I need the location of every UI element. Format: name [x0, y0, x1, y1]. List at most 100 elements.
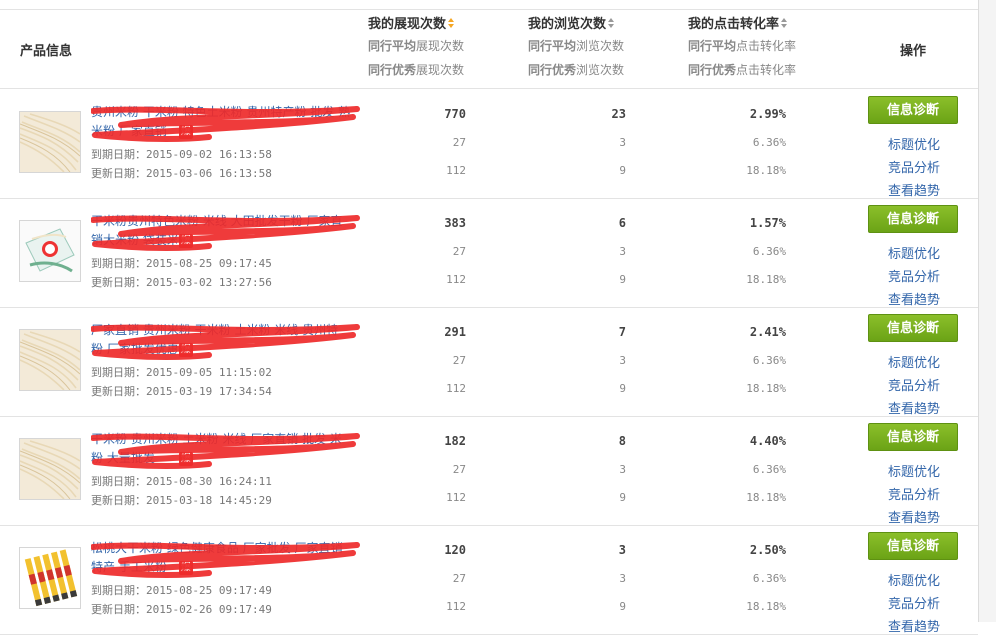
best-ctr: 18.18% — [746, 164, 786, 177]
update-date: 更新日期：2015-03-02 13:27:56 — [91, 276, 272, 289]
title-optimize-link[interactable]: 标题优化 — [888, 243, 940, 262]
title-optimize-link[interactable]: 标题优化 — [888, 134, 940, 153]
product-thumbnail[interactable] — [19, 329, 81, 391]
best-views: 9 — [619, 273, 626, 286]
best-impressions: 112 — [446, 164, 466, 177]
expire-date: 到期日期：2015-08-25 09:17:45 — [91, 257, 272, 270]
diagnose-button[interactable]: 信息诊断 — [868, 532, 958, 560]
diagnose-button[interactable]: 信息诊断 — [868, 205, 958, 233]
header-ctr-avg: 同行平均点击转化率 — [688, 39, 797, 53]
product-thumbnail[interactable] — [19, 438, 81, 500]
my-impressions: 120 — [444, 543, 466, 557]
table-row: 干米粉贵州特色米粉 米线 大田批发干粉 厂家直 销大米粉 袋装米粉爆 到期日期：… — [0, 198, 978, 308]
diagnose-button[interactable]: 信息诊断 — [868, 423, 958, 451]
sort-icon[interactable] — [448, 18, 455, 29]
best-ctr: 18.18% — [746, 491, 786, 504]
product-title-link[interactable]: 松桃大干米粉 绿色健康食品 厂家批发 厂家直销 特产 手工米粉爆 — [91, 539, 361, 578]
best-impressions: 112 — [446, 382, 466, 395]
view-trend-link[interactable]: 查看趋势 — [888, 180, 940, 199]
avg-impressions: 27 — [452, 572, 466, 585]
best-views: 9 — [619, 382, 626, 395]
header-impressions-best: 同行优秀展现次数 — [368, 63, 465, 77]
my-impressions: 182 — [444, 434, 466, 448]
avg-views: 3 — [619, 136, 626, 149]
sort-icon[interactable] — [608, 18, 615, 29]
redaction-scribble — [91, 324, 360, 360]
avg-views: 3 — [619, 572, 626, 585]
product-thumbnail[interactable] — [19, 111, 81, 173]
header-views-best: 同行优秀浏览次数 — [528, 63, 625, 77]
scrollbar[interactable] — [979, 0, 996, 622]
my-views: 7 — [618, 325, 626, 339]
title-optimize-link[interactable]: 标题优化 — [888, 352, 940, 371]
redaction-scribble — [91, 542, 360, 578]
header-impressions-avg: 同行平均展现次数 — [368, 39, 465, 53]
product-title-link[interactable]: 干米粉贵州特色米粉 米线 大田批发干粉 厂家直 销大米粉 袋装米粉爆 — [91, 212, 361, 251]
my-ctr: 2.50% — [749, 543, 786, 557]
avg-ctr: 6.36% — [752, 354, 786, 367]
diagnose-button[interactable]: 信息诊断 — [868, 96, 958, 124]
header-operation: 操作 — [900, 44, 927, 59]
view-trend-link[interactable]: 查看趋势 — [888, 289, 940, 308]
sort-icon[interactable] — [781, 18, 788, 29]
best-impressions: 112 — [446, 491, 466, 504]
best-ctr: 18.18% — [746, 273, 786, 286]
table-row: 贵州米粉 干米粉 特色土米粉 贵州特产粉 批发 熟 米粉 厂家直销爆 到期日期：… — [0, 89, 978, 199]
product-title-link[interactable]: 贵州米粉 干米粉 特色土米粉 贵州特产粉 批发 熟 米粉 厂家直销爆 — [91, 103, 361, 142]
update-date: 更新日期：2015-03-18 14:45:29 — [91, 494, 272, 507]
table-top-border — [0, 9, 978, 10]
avg-ctr: 6.36% — [752, 136, 786, 149]
my-views: 8 — [618, 434, 626, 448]
avg-impressions: 27 — [452, 245, 466, 258]
expire-date: 到期日期：2015-08-30 16:24:11 — [91, 475, 272, 488]
redaction-scribble — [91, 106, 360, 142]
header-impressions-sort[interactable]: 我的展现次数 — [368, 16, 528, 34]
header-product-info: 产品信息 — [20, 44, 73, 59]
view-trend-link[interactable]: 查看趋势 — [888, 398, 940, 417]
header-views-sort[interactable]: 我的浏览次数 — [528, 16, 688, 34]
competitor-analysis-link[interactable]: 竞品分析 — [888, 157, 940, 176]
header-ctr: 我的点击转化率 同行平均点击转化率 同行优秀点击转化率 — [688, 16, 848, 82]
header-ctr-sort[interactable]: 我的点击转化率 — [688, 16, 848, 34]
best-views: 9 — [619, 164, 626, 177]
product-title-link[interactable]: 厂家直销 贵州米粉 干米粉 土米粉 米线 贵州特 粉 厂家批发优惠 米粉爆 — [91, 321, 361, 360]
avg-impressions: 27 — [452, 136, 466, 149]
my-views: 3 — [618, 543, 626, 557]
redaction-scribble — [91, 433, 360, 469]
expire-date: 到期日期：2015-09-05 11:15:02 — [91, 366, 272, 379]
my-ctr: 4.40% — [749, 434, 786, 448]
update-date: 更新日期：2015-02-26 09:17:49 — [91, 603, 272, 616]
competitor-analysis-link[interactable]: 竞品分析 — [888, 593, 940, 612]
redaction-scribble — [91, 215, 360, 251]
avg-ctr: 6.36% — [752, 572, 786, 585]
view-trend-link[interactable]: 查看趋势 — [888, 616, 940, 635]
my-impressions: 291 — [444, 325, 466, 339]
update-date: 更新日期：2015-03-19 17:34:54 — [91, 385, 272, 398]
avg-ctr: 6.36% — [752, 245, 786, 258]
competitor-analysis-link[interactable]: 竞品分析 — [888, 484, 940, 503]
avg-views: 3 — [619, 354, 626, 367]
avg-views: 3 — [619, 245, 626, 258]
product-thumbnail[interactable] — [19, 220, 81, 282]
best-views: 9 — [619, 600, 626, 613]
product-thumbnail[interactable] — [19, 547, 81, 609]
avg-impressions: 27 — [452, 354, 466, 367]
title-optimize-link[interactable]: 标题优化 — [888, 570, 940, 589]
my-views: 23 — [611, 107, 626, 121]
competitor-analysis-link[interactable]: 竞品分析 — [888, 266, 940, 285]
competitor-analysis-link[interactable]: 竞品分析 — [888, 375, 940, 394]
expire-date: 到期日期：2015-09-02 16:13:58 — [91, 148, 272, 161]
avg-views: 3 — [619, 463, 626, 476]
header-views: 我的浏览次数 同行平均浏览次数 同行优秀浏览次数 — [528, 16, 688, 82]
view-trend-link[interactable]: 查看趋势 — [888, 507, 940, 526]
my-ctr: 1.57% — [749, 216, 786, 230]
header-views-avg: 同行平均浏览次数 — [528, 39, 625, 53]
header-ctr-best: 同行优秀点击转化率 — [688, 63, 797, 77]
best-impressions: 112 — [446, 273, 466, 286]
product-title-link[interactable]: 干米粉 贵州米粉 土米粉 米线 厂家直销 批发 米 粉 大量批发爆 — [91, 430, 361, 469]
diagnose-button[interactable]: 信息诊断 — [868, 314, 958, 342]
title-optimize-link[interactable]: 标题优化 — [888, 461, 940, 480]
best-ctr: 18.18% — [746, 600, 786, 613]
table-row: 松桃大干米粉 绿色健康食品 厂家批发 厂家直销 特产 手工米粉爆 到期日期：20… — [0, 525, 978, 635]
my-impressions: 770 — [444, 107, 466, 121]
